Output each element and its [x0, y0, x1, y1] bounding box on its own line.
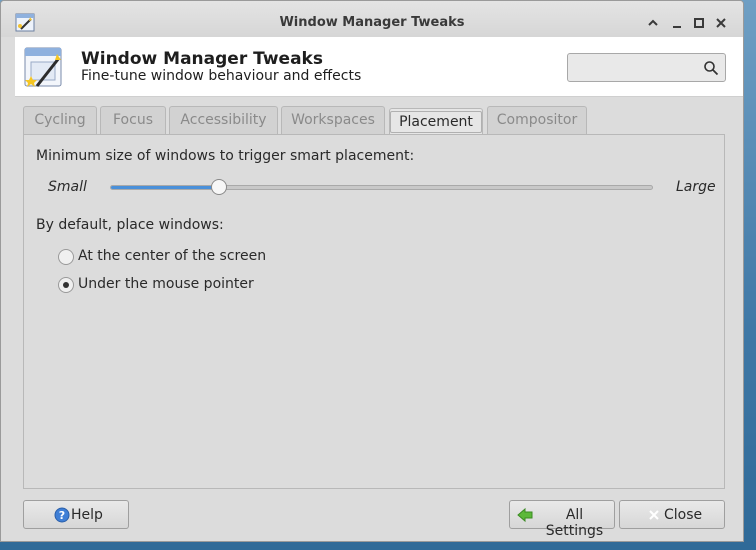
shade-button[interactable] — [645, 15, 661, 31]
default-placement-label: By default, place windows: — [36, 217, 224, 233]
close-window-button[interactable] — [713, 15, 729, 31]
titlebar[interactable]: Window Manager Tweaks — [1, 1, 743, 37]
help-icon: ? — [54, 507, 70, 523]
help-button[interactable]: ? Help — [23, 500, 129, 529]
radio-label: Under the mouse pointer — [78, 276, 254, 292]
minimize-button[interactable] — [669, 15, 685, 31]
tab-cycling[interactable]: Cycling — [23, 106, 97, 134]
back-arrow-icon — [517, 507, 533, 523]
close-icon — [646, 507, 662, 523]
header-title: Window Manager Tweaks — [81, 49, 323, 69]
tab-workspaces[interactable]: Workspaces — [281, 106, 385, 134]
tab-accessibility[interactable]: Accessibility — [169, 106, 278, 134]
search-input[interactable] — [574, 58, 696, 78]
placement-panel: Minimum size of windows to trigger smart… — [23, 134, 725, 489]
tab-focus[interactable]: Focus — [100, 106, 166, 134]
all-settings-button[interactable]: All Settings — [509, 500, 615, 539]
smart-placement-size-label: Minimum size of windows to trigger smart… — [36, 148, 415, 164]
slider-fill — [111, 186, 220, 189]
maximize-button[interactable] — [691, 15, 707, 31]
smart-placement-slider[interactable] — [110, 185, 653, 190]
slider-min-label: Small — [48, 179, 87, 195]
radio-label: At the center of the screen — [78, 248, 267, 264]
search-box[interactable] — [567, 53, 726, 82]
tab-compositor[interactable]: Compositor — [487, 106, 587, 134]
svg-text:?: ? — [59, 509, 65, 522]
slider-max-label: Large — [676, 179, 716, 195]
radio-button[interactable] — [58, 277, 74, 293]
tab-placement[interactable]: Placement — [389, 108, 483, 135]
dialog-header: Window Manager Tweaks Fine-tune window b… — [15, 37, 743, 97]
header-subtitle: Fine-tune window behaviour and effects — [81, 68, 362, 84]
window: Window Manager Tweaks Window Manager Twe… — [0, 0, 744, 542]
window-manager-tweaks-icon — [23, 46, 67, 90]
close-button[interactable]: Close — [619, 500, 725, 529]
radio-button[interactable] — [58, 249, 74, 265]
search-icon[interactable] — [703, 60, 719, 76]
window-title: Window Manager Tweaks — [279, 15, 465, 30]
slider-handle[interactable] — [210, 179, 227, 195]
